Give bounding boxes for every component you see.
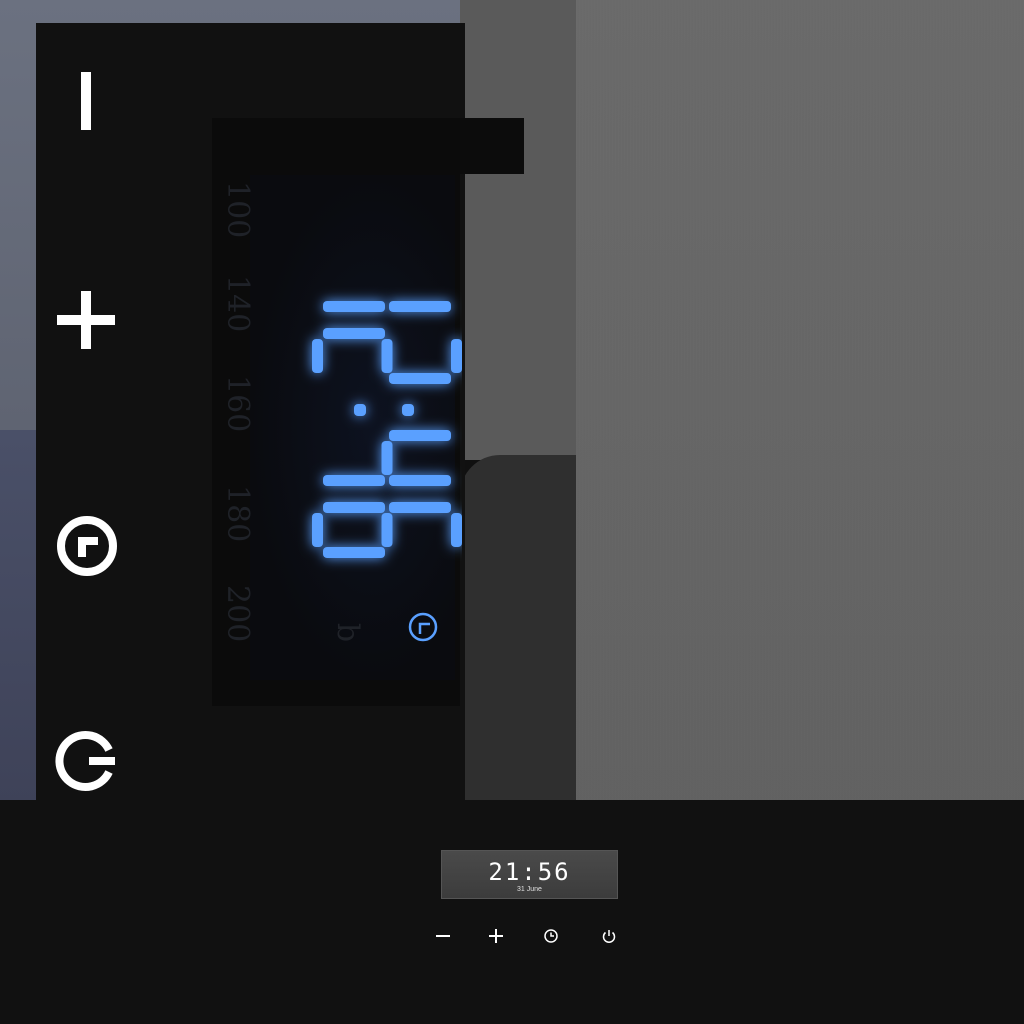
control-strip	[0, 800, 1024, 1024]
mini-power-button[interactable]	[595, 922, 623, 950]
minus-icon	[436, 935, 450, 937]
scale-label: 100	[220, 181, 255, 239]
led-segment-a	[451, 339, 462, 373]
led-segment-g	[381, 441, 393, 475]
led-segment-c	[323, 547, 385, 558]
led-digits	[312, 301, 462, 558]
led-segment-f	[389, 430, 451, 441]
scale-label: b	[330, 622, 366, 643]
plus-button[interactable]	[51, 285, 121, 355]
led-segment-b	[389, 373, 451, 384]
power-icon	[55, 731, 115, 791]
power-button[interactable]	[51, 726, 121, 796]
scale-label: 140	[220, 275, 255, 333]
clock-time: 21:56	[488, 858, 571, 886]
plus-icon	[57, 291, 115, 349]
background-appliance-edge	[460, 455, 580, 825]
timer-button[interactable]	[52, 511, 122, 581]
led-segment-c	[323, 475, 385, 486]
clock-display: 21:56 31 June	[441, 850, 618, 899]
led-segment-b	[389, 301, 451, 312]
background-shadow	[460, 0, 580, 460]
timer-indicator-icon	[408, 612, 438, 642]
scale-label: 160	[220, 375, 255, 433]
clock-date: 31 June	[517, 886, 542, 893]
mini-plus-button[interactable]	[482, 922, 510, 950]
scale-label: 180	[220, 485, 255, 543]
led-segment-e	[323, 502, 385, 513]
mini-clock-button[interactable]	[537, 922, 565, 950]
led-segment-f	[389, 502, 451, 513]
led-segment-d	[312, 513, 323, 547]
power-icon	[602, 930, 616, 943]
oven-control-scene: 100 140 160 180 200 b 21:56 31 June	[0, 0, 1024, 1024]
clock-icon	[57, 516, 117, 576]
led-segment-colon-top	[402, 404, 414, 416]
led-segment-b	[389, 475, 451, 486]
led-segment-e	[323, 328, 385, 339]
clock-icon	[544, 929, 558, 943]
led-segment-colon-bottom	[354, 404, 366, 416]
led-segment-c	[323, 301, 385, 312]
scale-label: 200	[220, 585, 255, 643]
stainless-steel-panel	[576, 0, 1024, 826]
led-time-readout	[286, 248, 462, 588]
minus-icon	[81, 72, 91, 130]
mini-minus-button[interactable]	[429, 922, 457, 950]
plus-icon	[489, 929, 503, 943]
led-segment-g	[381, 513, 393, 547]
led-segment-g	[381, 339, 393, 373]
led-segment-a	[451, 513, 462, 547]
led-segment-d	[312, 339, 323, 373]
minus-button[interactable]	[51, 66, 121, 136]
